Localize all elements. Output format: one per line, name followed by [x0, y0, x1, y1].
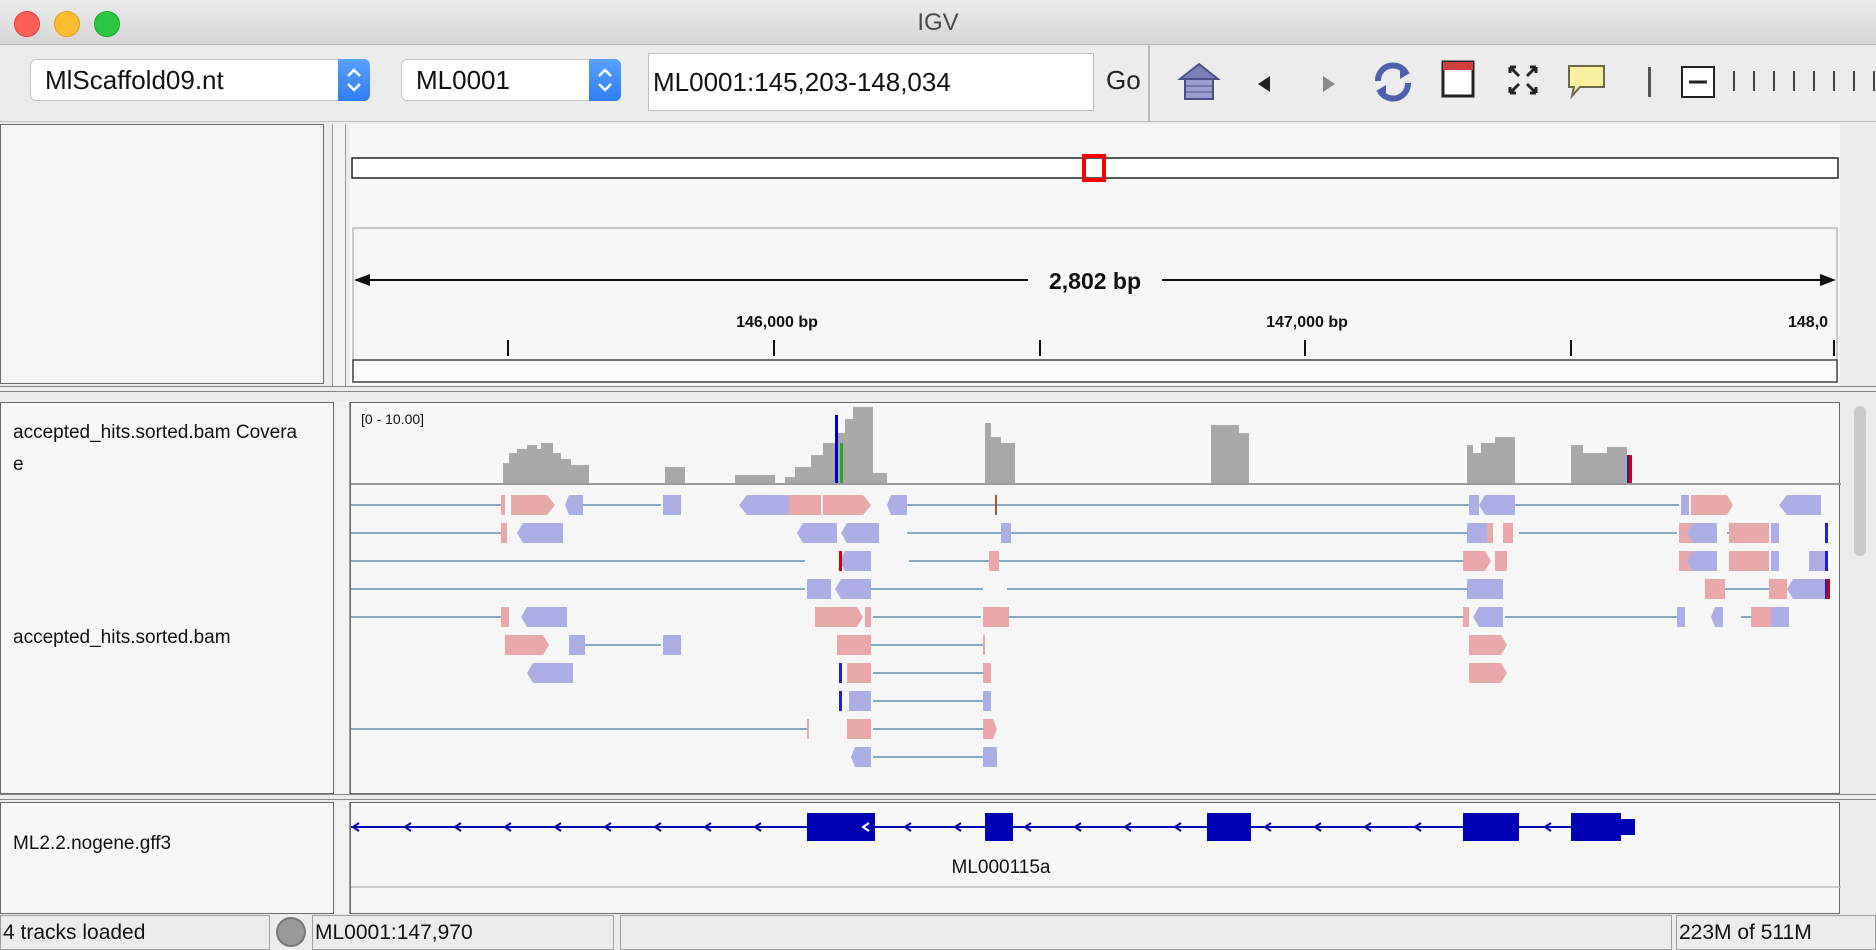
ruler-panel: 2,802 bp 146,000 bp 147,000 bp 148,0	[350, 124, 1840, 386]
ruler-tick-label: 148,0	[1788, 314, 1829, 331]
ruler-tick-label: 146,000 bp	[736, 314, 818, 331]
title-bar: IGV	[0, 0, 1876, 45]
popup-info-icon[interactable]	[1566, 63, 1608, 99]
back-arrow-icon[interactable]	[1254, 73, 1276, 95]
status-message	[620, 915, 1672, 950]
refresh-icon[interactable]	[1370, 59, 1416, 105]
data-attribute-panel	[334, 402, 350, 794]
reverse-reads[interactable]	[517, 495, 1827, 767]
feature-track-panel[interactable]: ML000115a	[350, 802, 1841, 915]
alignment-track-name[interactable]: accepted_hits.sorted.bam	[13, 627, 231, 649]
alignment-canvas[interactable]	[351, 403, 1841, 795]
chromosome-select[interactable]: ML0001	[401, 59, 621, 101]
coverage-track[interactable]	[503, 407, 1627, 483]
data-track-panel[interactable]: [0 - 10.00]	[350, 402, 1841, 795]
panel-divider[interactable]	[0, 794, 1876, 800]
genome-select-stepper-icon[interactable]	[338, 59, 370, 101]
ruler-tick-label: 147,000 bp	[1266, 314, 1348, 331]
data-panel-scrollbar[interactable]	[1846, 402, 1872, 794]
data-name-panel: accepted_hits.sorted.bam Covera e accept…	[0, 402, 334, 794]
header-name-panel	[0, 124, 324, 384]
chromosome-select-stepper-icon[interactable]	[589, 59, 621, 101]
gene-model[interactable]	[351, 803, 1841, 915]
forward-arrow-icon[interactable]	[1318, 73, 1340, 95]
zoom-slider-icon[interactable]	[1680, 65, 1876, 99]
feature-name-panel: ML2.2.nogene.gff3	[0, 802, 334, 914]
status-tracks-loaded: 4 tracks loaded	[0, 915, 270, 950]
status-memory: 223M of 511M	[1676, 915, 1876, 950]
home-icon[interactable]	[1176, 59, 1222, 105]
feature-attribute-panel	[334, 802, 350, 914]
panel-divider[interactable]	[0, 386, 1876, 392]
toolbar-divider	[1148, 45, 1150, 121]
chromosome-select-value: ML0001	[416, 65, 510, 95]
ideogram[interactable]	[350, 124, 1840, 386]
coverage-track-name[interactable]: accepted_hits.sorted.bam Covera e	[13, 417, 331, 481]
stop-icon[interactable]	[276, 917, 306, 947]
locus-input[interactable]: ML0001:145,203-148,034	[648, 53, 1094, 111]
toolbar: MlScaffold09.nt ML0001 ML0001:145,203-14…	[0, 45, 1876, 122]
genome-select-value: MlScaffold09.nt	[45, 65, 224, 95]
annotation-track-name[interactable]: ML2.2.nogene.gff3	[13, 833, 171, 855]
go-button[interactable]: Go	[1106, 65, 1141, 96]
region-of-interest-icon[interactable]	[1440, 59, 1476, 99]
status-position: ML0001:147,970	[312, 915, 614, 950]
gene-feature-label: ML000115a	[951, 857, 1051, 878]
ruler-span-label: 2,802 bp	[1048, 268, 1142, 294]
header-attribute-panel	[332, 124, 346, 386]
resize-to-window-icon[interactable]	[1506, 63, 1540, 97]
scrollbar-thumb[interactable]	[1854, 406, 1866, 556]
genome-select[interactable]: MlScaffold09.nt	[30, 59, 370, 101]
window-title: IGV	[917, 9, 959, 36]
zoom-divider	[1648, 67, 1651, 97]
